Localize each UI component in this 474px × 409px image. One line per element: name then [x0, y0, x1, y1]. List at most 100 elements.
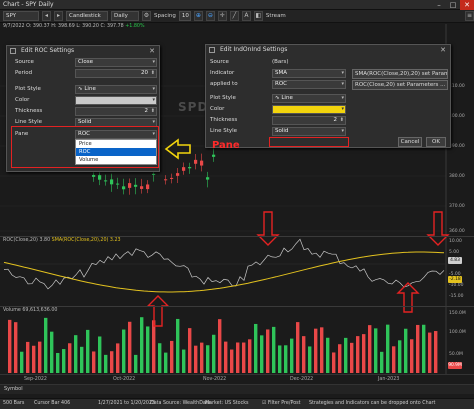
- roc-tick: 5.00: [449, 250, 460, 255]
- sma-label-value: 3.23: [109, 238, 121, 243]
- volume-bar: [32, 345, 36, 373]
- indonind-line-style-select[interactable]: Solid ▾: [272, 127, 346, 136]
- chevron-down-icon: ▾: [341, 106, 344, 112]
- volume-bar: [350, 342, 354, 373]
- volume-bar: [194, 345, 198, 373]
- annotations: [146, 138, 450, 327]
- volume-bar: [8, 319, 12, 373]
- indonind-applied-value: ROC: [275, 81, 287, 87]
- roc-line-style-label: Line Style: [15, 119, 43, 125]
- indonind-indicator-select[interactable]: SMA ▾: [272, 69, 346, 78]
- indonind-applied-select[interactable]: ROC ▾: [272, 80, 346, 89]
- volume-bar: [98, 336, 102, 373]
- red-arrow-up-icon: [396, 282, 420, 313]
- volume-bar: [392, 346, 396, 373]
- price-tick: 360.00: [449, 229, 465, 234]
- date-tick: Jan-2023: [378, 377, 400, 382]
- volume-bar: [242, 342, 246, 373]
- roc-source-select[interactable]: Close ▾: [75, 58, 157, 67]
- volume-bar: [122, 329, 126, 373]
- dialog-icon: [209, 47, 215, 53]
- pane-separator[interactable]: [0, 306, 474, 307]
- indonind-plot-style-select[interactable]: ∿ Line ▾: [272, 94, 346, 103]
- volume-bar: [50, 331, 54, 373]
- indonind-dialog-titlebar[interactable]: Edit IndOnInd Settings ✕: [206, 45, 450, 55]
- volume-bar: [428, 332, 432, 373]
- status-cursor-bar: Cursor Bar 406: [34, 401, 71, 406]
- chevron-down-icon: ▾: [341, 128, 344, 134]
- pane-separator[interactable]: [0, 236, 474, 237]
- volume-bar: [68, 343, 72, 373]
- volume-bar: [158, 343, 162, 373]
- price-candle: [206, 177, 210, 180]
- roc-dialog-titlebar[interactable]: Edit ROC Settings ✕: [7, 46, 159, 56]
- volume-bar: [314, 328, 318, 373]
- roc-dialog-close-icon[interactable]: ✕: [149, 46, 155, 56]
- volume-bar: [362, 334, 366, 373]
- price-candle: [164, 179, 168, 181]
- red-arrow-up-icon: [146, 295, 170, 327]
- volume-bar: [266, 329, 270, 373]
- roc-line-style-value: Solid: [78, 119, 92, 125]
- applied-set-parameters-button[interactable]: ROC(Close,20) set Parameters ...: [352, 80, 448, 90]
- indonind-color-swatch[interactable]: ▾: [272, 105, 346, 114]
- volume-bars: [8, 317, 438, 373]
- price-candle: [128, 183, 132, 188]
- roc-pane-label: ROC(Close,20) 3.80 SMA(ROC(Close,20),20)…: [3, 238, 121, 243]
- volume-bar: [320, 327, 324, 373]
- volume-bar: [110, 351, 114, 373]
- volume-bar: [134, 354, 138, 373]
- roc-color-swatch[interactable]: ▾: [75, 96, 157, 105]
- price-candle: [110, 179, 114, 185]
- volume-bar: [230, 349, 234, 373]
- volume-bar: [14, 322, 18, 373]
- price-candle: [170, 177, 174, 179]
- volume-bar: [104, 354, 108, 373]
- roc-thickness-input[interactable]: 2 ⬍: [75, 107, 157, 116]
- pane-annotation-text: Pane: [212, 140, 240, 151]
- roc-source-value: Close: [78, 59, 93, 65]
- spinner-icon[interactable]: ⬍: [151, 70, 155, 77]
- price-tick: 400.00: [449, 114, 465, 119]
- roc-plot-style-select[interactable]: ∿ Line ▾: [75, 85, 157, 94]
- indonind-thickness-input[interactable]: 2 ⬍: [272, 116, 346, 125]
- volume-bar: [404, 328, 408, 373]
- status-bar: 500 Bars Cursor Bar 406 1/27/2021 to 1/2…: [0, 398, 474, 409]
- indicator-set-parameters-button[interactable]: SMA(ROC(Close,20),20) set Parameters ...: [352, 69, 448, 79]
- status-market: Market: US Stocks: [205, 401, 249, 406]
- volume-bar: [434, 331, 438, 373]
- volume-bar: [290, 338, 294, 373]
- volume-bar: [278, 345, 282, 373]
- price-candle: [122, 186, 126, 190]
- price-candle: [194, 159, 198, 164]
- volume-bar: [86, 329, 90, 373]
- indonind-dialog-close-icon[interactable]: ✕: [440, 45, 446, 55]
- price-candle: [104, 180, 108, 182]
- price-candle: [146, 184, 150, 190]
- indonind-source-value: (Bars): [272, 59, 289, 65]
- volume-bar: [326, 337, 330, 373]
- date-tick: Sep-2022: [24, 377, 47, 382]
- price-candle: [200, 160, 204, 166]
- ok-button[interactable]: OK: [426, 137, 446, 147]
- price-tick: 370.00: [449, 204, 465, 209]
- volume-bar: [170, 340, 174, 373]
- volume-bar: [128, 321, 132, 373]
- spinner-icon[interactable]: ⬍: [340, 117, 344, 124]
- roc-value-badge: 4.83: [448, 257, 462, 264]
- volume-bar: [74, 335, 78, 373]
- spinner-icon[interactable]: ⬍: [151, 108, 155, 115]
- volume-bar: [398, 340, 402, 373]
- sma-value-badge: -2.18: [448, 276, 462, 283]
- roc-tick: 10.00: [449, 239, 462, 244]
- roc-period-input[interactable]: 20 ⬍: [75, 69, 157, 78]
- chevron-down-icon: ▾: [152, 97, 155, 103]
- cancel-button[interactable]: Cancel: [398, 137, 422, 147]
- roc-axis: 10.00 5.00 0.00 -5.00 -10.00 -15.00: [446, 237, 474, 304]
- edit-indonind-dialog: Edit IndOnInd Settings ✕ Source (Bars) I…: [205, 44, 451, 148]
- dialog-icon: [10, 48, 16, 54]
- volume-bar: [368, 325, 372, 373]
- volume-bar: [62, 349, 66, 373]
- red-arrow-down-icon: [426, 211, 450, 246]
- status-filter[interactable]: ☑ Filter Pre/Post: [262, 401, 301, 406]
